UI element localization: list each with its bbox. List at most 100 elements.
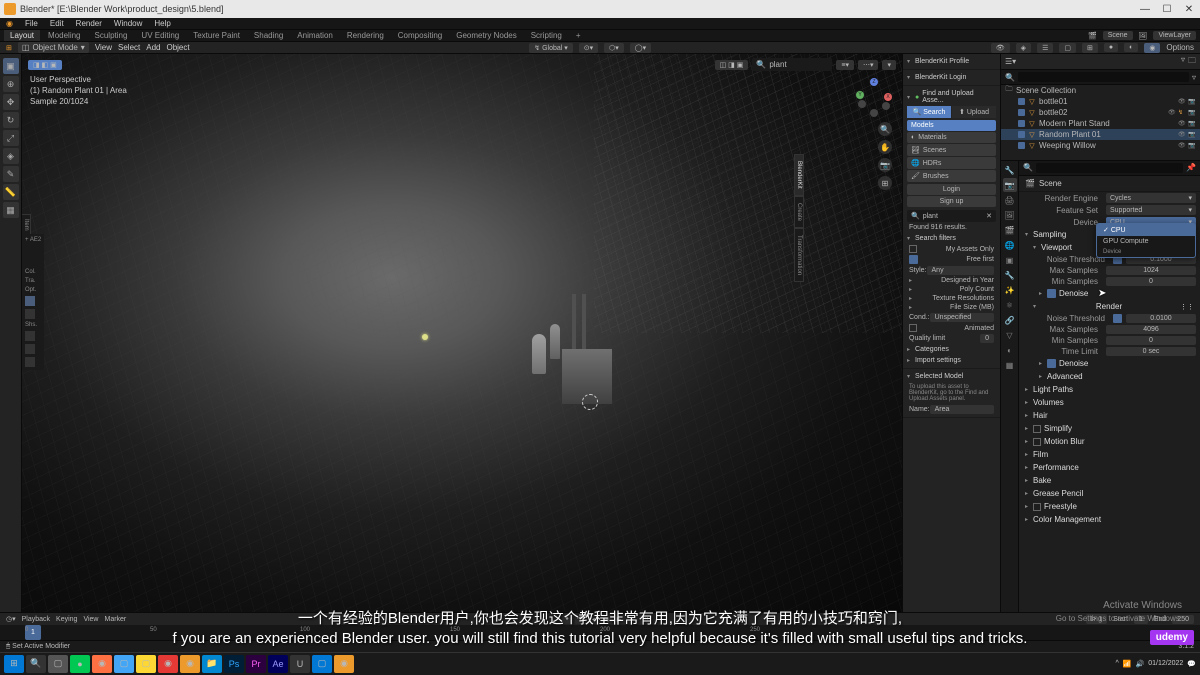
out-item-3[interactable]: ▽ Random Plant 01 👁📷 bbox=[1001, 129, 1200, 140]
task-5[interactable]: ▢ bbox=[136, 655, 156, 673]
task-ps[interactable]: Ps bbox=[224, 655, 244, 673]
feature-set-dropdown[interactable]: Supported▾ bbox=[1106, 205, 1196, 215]
film-head[interactable]: Film bbox=[1019, 448, 1200, 461]
task-3[interactable]: ◉ bbox=[92, 655, 112, 673]
task-6[interactable]: ◉ bbox=[158, 655, 178, 673]
prop-tab-world[interactable]: 🌐 bbox=[1003, 238, 1017, 252]
tab-uv[interactable]: UV Editing bbox=[135, 30, 185, 41]
filter-icon[interactable]: ▿ bbox=[1192, 73, 1196, 82]
snap-toggle[interactable]: ⬡▾ bbox=[604, 43, 624, 53]
tool-swatch-4[interactable] bbox=[25, 344, 35, 354]
prop-tab-physics[interactable]: ⚛ bbox=[1003, 298, 1017, 312]
prop-tab-viewlayer[interactable]: 🖼 bbox=[1003, 208, 1017, 222]
tray-date[interactable]: 01/12/2022 bbox=[1148, 660, 1183, 667]
y-axis[interactable]: Y bbox=[856, 91, 864, 99]
bk-search-input[interactable]: 🔍 plant✕ bbox=[907, 210, 996, 222]
neg-axis-2[interactable] bbox=[882, 102, 890, 110]
bk-filter-1[interactable]: ≡▾ bbox=[836, 60, 854, 70]
tray-notifications-icon[interactable]: 💬 bbox=[1187, 660, 1196, 668]
scene-collection-row[interactable]: 🗀 Scene Collection bbox=[1001, 85, 1200, 96]
vis-icon[interactable]: 👁 bbox=[1168, 109, 1176, 117]
out-item-1[interactable]: ▽ bottle02 👁↯📷 bbox=[1001, 107, 1200, 118]
outliner-search-input[interactable] bbox=[1018, 72, 1189, 82]
outliner-type-icon[interactable]: ☰▾ bbox=[1005, 57, 1016, 66]
bk-signup-btn[interactable]: Sign up bbox=[907, 196, 996, 207]
task-2[interactable]: ● bbox=[70, 655, 90, 673]
view-menu[interactable]: View bbox=[95, 43, 112, 52]
select-tool[interactable]: ▣ bbox=[3, 58, 19, 74]
prop-tab-data[interactable]: ▽ bbox=[1003, 328, 1017, 342]
task-unreal[interactable]: U bbox=[290, 655, 310, 673]
bk-animated[interactable]: Animated bbox=[907, 323, 996, 333]
out-item-2[interactable]: ▽ Modern Plant Stand 👁📷 bbox=[1001, 118, 1200, 129]
menu-render[interactable]: Render bbox=[76, 19, 102, 28]
freestyle-head[interactable]: Freestyle bbox=[1019, 500, 1200, 513]
prop-tab-render[interactable]: 📷 bbox=[1003, 178, 1017, 192]
xray-toggle[interactable]: ▢ bbox=[1059, 43, 1076, 53]
select-menu[interactable]: Select bbox=[118, 43, 140, 52]
task-blender[interactable]: ◉ bbox=[180, 655, 200, 673]
rotate-tool[interactable]: ↻ bbox=[3, 112, 19, 128]
tab-add[interactable]: + bbox=[570, 30, 587, 41]
bk-designed[interactable]: Designed in Year bbox=[907, 276, 996, 285]
device-opt-cpu[interactable]: ✓ CPU bbox=[1097, 224, 1195, 236]
motionblur-head[interactable]: Motion Blur bbox=[1019, 435, 1200, 448]
gizmo-toggle[interactable]: ◈ bbox=[1016, 43, 1031, 53]
bk-poly[interactable]: Poly Count bbox=[907, 285, 996, 294]
denoise-1[interactable]: Denoise bbox=[1019, 287, 1200, 300]
options-label[interactable]: Options bbox=[1166, 43, 1194, 52]
editor-type-icon[interactable]: ⊞ bbox=[6, 44, 12, 52]
tl-marker[interactable]: Marker bbox=[104, 616, 126, 623]
shading-wireframe[interactable]: ⊞ bbox=[1082, 43, 1098, 53]
bk-profile-header[interactable]: BlenderKit Profile bbox=[907, 56, 996, 67]
volumes-head[interactable]: Volumes bbox=[1019, 396, 1200, 409]
render-icon[interactable]: 📷 bbox=[1188, 109, 1196, 117]
tl-view[interactable]: View bbox=[83, 616, 98, 623]
search-button[interactable]: 🔍 bbox=[26, 655, 46, 673]
overlay-toggle[interactable]: ☰ bbox=[1037, 43, 1053, 53]
bk-quality[interactable]: Quality limit0 bbox=[907, 333, 996, 344]
tab-animation[interactable]: Animation bbox=[291, 30, 339, 41]
menu-file[interactable]: File bbox=[25, 19, 38, 28]
tl-playback[interactable]: Playback bbox=[22, 616, 50, 623]
zoom-icon[interactable]: 🔍 bbox=[878, 122, 892, 136]
simplify-head[interactable]: Simplify bbox=[1019, 422, 1200, 435]
bk-categories-head[interactable]: Categories bbox=[907, 344, 996, 355]
prop-tab-object[interactable]: ▣ bbox=[1003, 253, 1017, 267]
vis-icon[interactable]: 👁 bbox=[1178, 120, 1186, 128]
bk-top-search[interactable]: 🔍 plant bbox=[752, 58, 832, 71]
tray-wifi-icon[interactable]: 📶 bbox=[1123, 660, 1132, 668]
timeline-track[interactable]: 1 0 50 100 150 200 250 bbox=[0, 625, 1200, 640]
performance-head[interactable]: Performance bbox=[1019, 461, 1200, 474]
cursor-tool[interactable]: ⊕ bbox=[3, 76, 19, 92]
bk-free-first[interactable]: Free first bbox=[907, 254, 996, 265]
device-opt-gpu[interactable]: GPU Compute bbox=[1097, 236, 1195, 247]
prop-tab-material[interactable]: ◐ bbox=[1003, 343, 1017, 357]
neg-axis-1[interactable] bbox=[858, 100, 866, 108]
jump-end[interactable]: ⏭ bbox=[640, 615, 651, 624]
x-axis[interactable]: X bbox=[884, 93, 892, 101]
prop-tab-particle[interactable]: ✨ bbox=[1003, 283, 1017, 297]
render-icon[interactable]: 📷 bbox=[1188, 131, 1196, 139]
nav-gizmo[interactable]: X Y Z bbox=[852, 76, 894, 118]
tab-texture[interactable]: Texture Paint bbox=[187, 30, 246, 41]
task-ae[interactable]: Ae bbox=[268, 655, 288, 673]
out-item-4[interactable]: ▽ Weeping Willow 👁📷 bbox=[1001, 140, 1200, 151]
bk-filter-2[interactable]: ⋯▾ bbox=[858, 60, 879, 70]
prop-tab-output[interactable]: 🖨 bbox=[1003, 193, 1017, 207]
transform-tool[interactable]: ◈ bbox=[3, 148, 19, 164]
render-icon[interactable]: 📷 bbox=[1188, 120, 1196, 128]
tray-sound-icon[interactable]: 🔊 bbox=[1136, 660, 1145, 668]
neg-axis-3[interactable] bbox=[870, 109, 878, 117]
denoise-2[interactable]: Denoise bbox=[1019, 357, 1200, 370]
start-button[interactable]: ⊞ bbox=[4, 655, 24, 673]
filter-icon[interactable]: ▿ bbox=[1181, 55, 1185, 69]
colormgmt-head[interactable]: Color Management bbox=[1019, 513, 1200, 526]
tab-compositing[interactable]: Compositing bbox=[392, 30, 448, 41]
minimize-button[interactable]: — bbox=[1138, 4, 1152, 15]
transform-icon[interactable]: ↯ bbox=[1178, 109, 1186, 117]
tab-modeling[interactable]: Modeling bbox=[42, 30, 86, 41]
shading-solid[interactable]: ● bbox=[1104, 43, 1118, 52]
pan-icon[interactable]: ✋ bbox=[878, 140, 892, 154]
new-collection-icon[interactable]: 🗀 bbox=[1188, 55, 1196, 69]
